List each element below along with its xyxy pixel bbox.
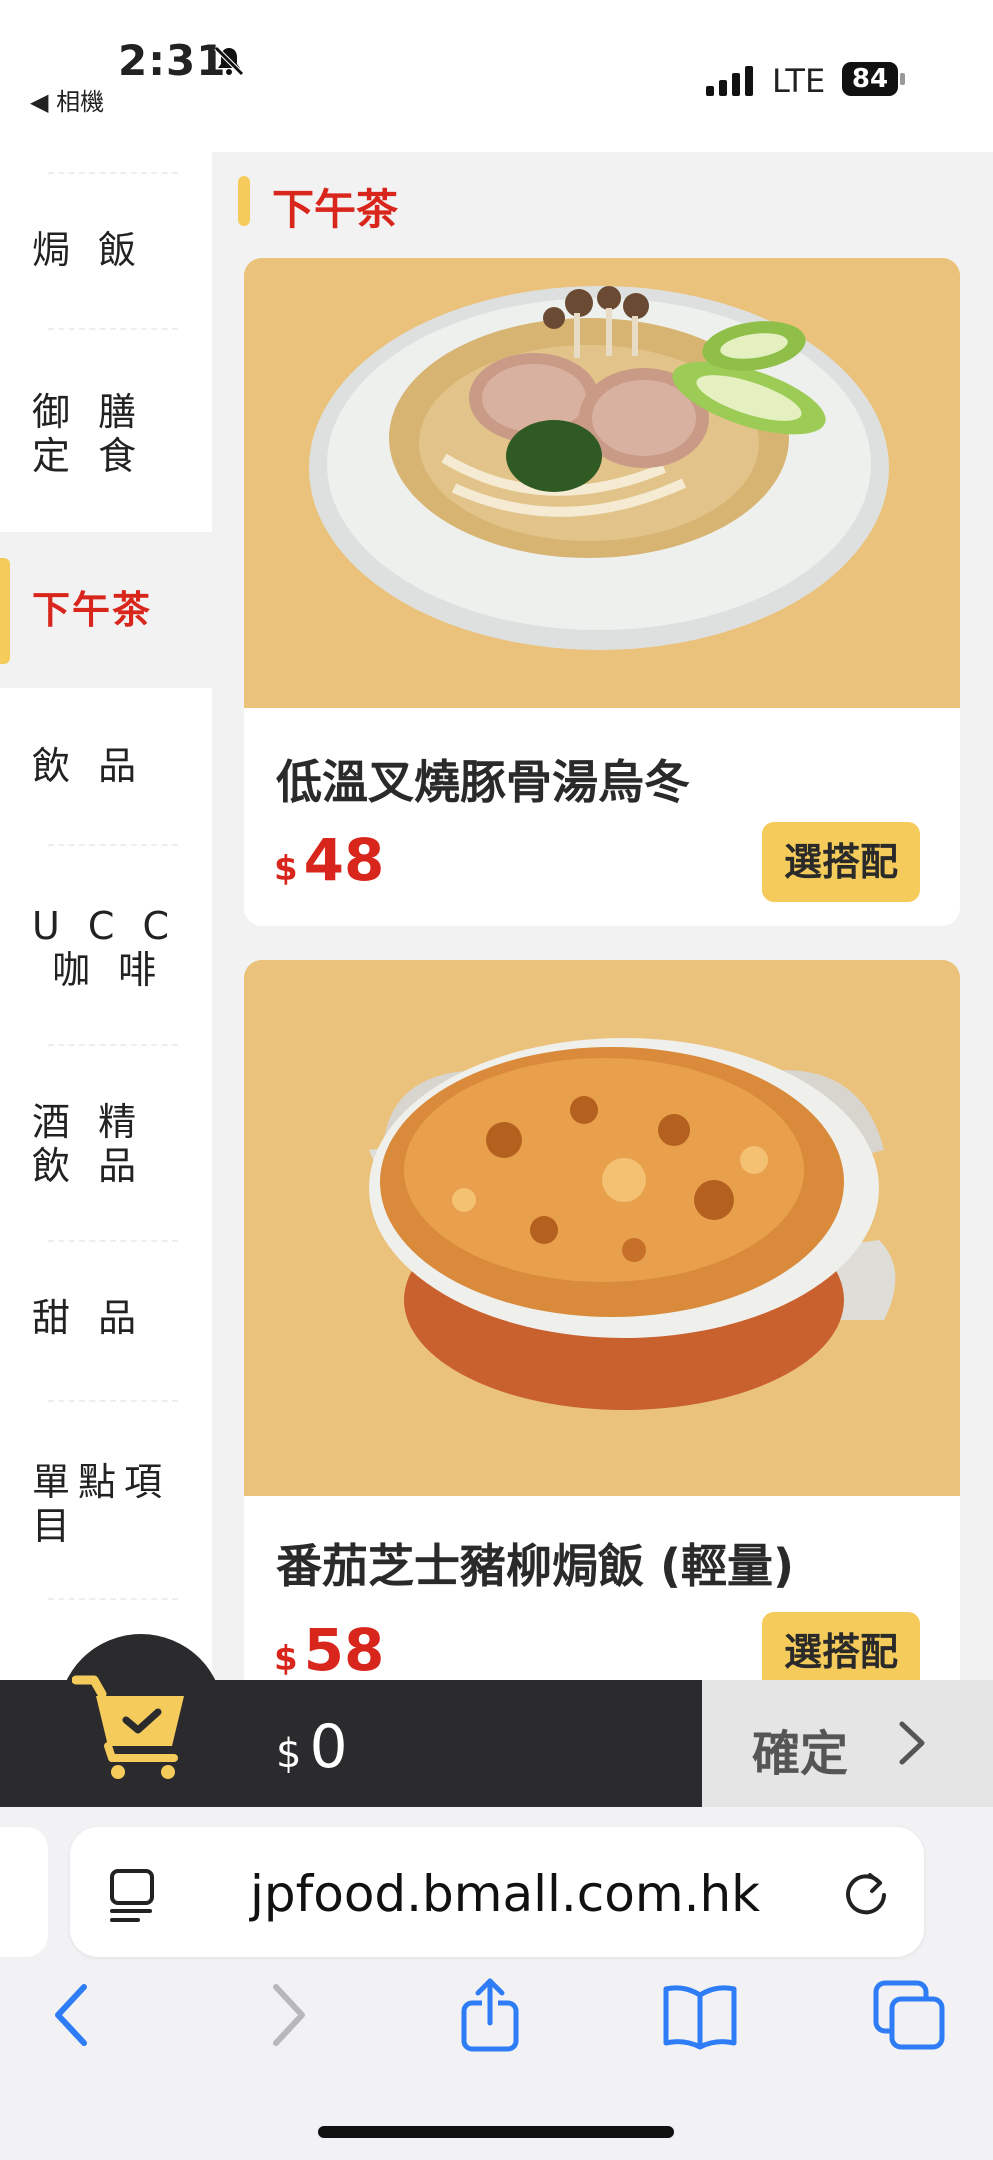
section-title: 下午茶 xyxy=(272,185,399,234)
cart-total: $0 xyxy=(276,1712,348,1782)
home-indicator xyxy=(318,2126,674,2138)
chevron-right-icon xyxy=(899,1721,925,1765)
cell-signal-icon xyxy=(706,66,753,96)
tabs-icon[interactable] xyxy=(870,1977,950,2053)
network-type: LTE xyxy=(772,62,826,100)
sidebar-item-drinks[interactable]: 飲 品 xyxy=(0,688,212,844)
sidebar-item-set-meals[interactable]: 御 膳 定 食 xyxy=(0,328,212,528)
udon-bowl-image xyxy=(244,258,960,708)
browser-toolbar: jpfood.bmall.com.hk xyxy=(0,1807,993,2160)
sidebar-item-ucc-coffee[interactable]: U C C 咖 啡 xyxy=(0,844,212,1044)
sidebar-item-a-la-carte[interactable]: 單點項 目 xyxy=(0,1400,212,1600)
bell-slash-icon xyxy=(214,46,244,76)
forward-arrow-icon[interactable] xyxy=(248,1977,328,2053)
back-arrow-icon[interactable] xyxy=(32,1977,112,2053)
sidebar-item-afternoon-tea[interactable]: 下午茶 xyxy=(0,532,212,688)
product-name: 番茄芝士豬柳焗飯 (輕量) xyxy=(276,1539,795,1593)
confirm-button[interactable]: 確定 xyxy=(702,1680,993,1807)
sidebar-item-alcohol[interactable]: 酒 精 飲 品 xyxy=(0,1044,212,1240)
address-bar[interactable]: jpfood.bmall.com.hk xyxy=(70,1827,924,1957)
product-name: 低溫叉燒豚骨湯烏冬 xyxy=(276,755,690,809)
status-bar: 2:31 ◀ 相機 LTE 84 xyxy=(0,0,993,152)
product-photo xyxy=(244,960,960,1496)
confirm-label: 確定 xyxy=(752,1726,849,1782)
url-text: jpfood.bmall.com.hk xyxy=(250,1865,761,1923)
baked-rice-image xyxy=(244,960,960,1496)
sidebar-item-baked-rice[interactable]: 焗 飯 xyxy=(0,172,212,328)
product-card[interactable]: 番茄芝士豬柳焗飯 (輕量) $58 選搭配 xyxy=(244,960,960,1720)
product-photo xyxy=(244,258,960,708)
product-price: $48 xyxy=(274,826,385,894)
shopping-cart-icon[interactable] xyxy=(72,1672,190,1780)
product-card[interactable]: 低溫叉燒豚骨湯烏冬 $48 選搭配 xyxy=(244,258,960,926)
sidebar-item-desserts[interactable]: 甜 品 xyxy=(0,1240,212,1400)
reload-icon[interactable] xyxy=(840,1867,892,1919)
category-sidebar: 焗 飯 御 膳 定 食 下午茶 飲 品 U C C 咖 啡 酒 精 飲 品 甜 … xyxy=(0,152,212,1682)
battery-icon: 84 xyxy=(842,62,908,96)
previous-tab-preview[interactable] xyxy=(0,1827,48,1957)
choose-options-button[interactable]: 選搭配 xyxy=(762,822,920,902)
share-icon[interactable] xyxy=(452,1977,532,2053)
status-time: 2:31 xyxy=(118,36,227,85)
back-to-app-link[interactable]: ◀ 相機 xyxy=(30,82,104,117)
battery-level: 84 xyxy=(842,62,898,96)
section-marker xyxy=(238,176,250,226)
reader-mode-icon[interactable] xyxy=(108,1867,158,1923)
bookmarks-icon[interactable] xyxy=(660,1977,740,2053)
product-price: $58 xyxy=(274,1616,385,1684)
